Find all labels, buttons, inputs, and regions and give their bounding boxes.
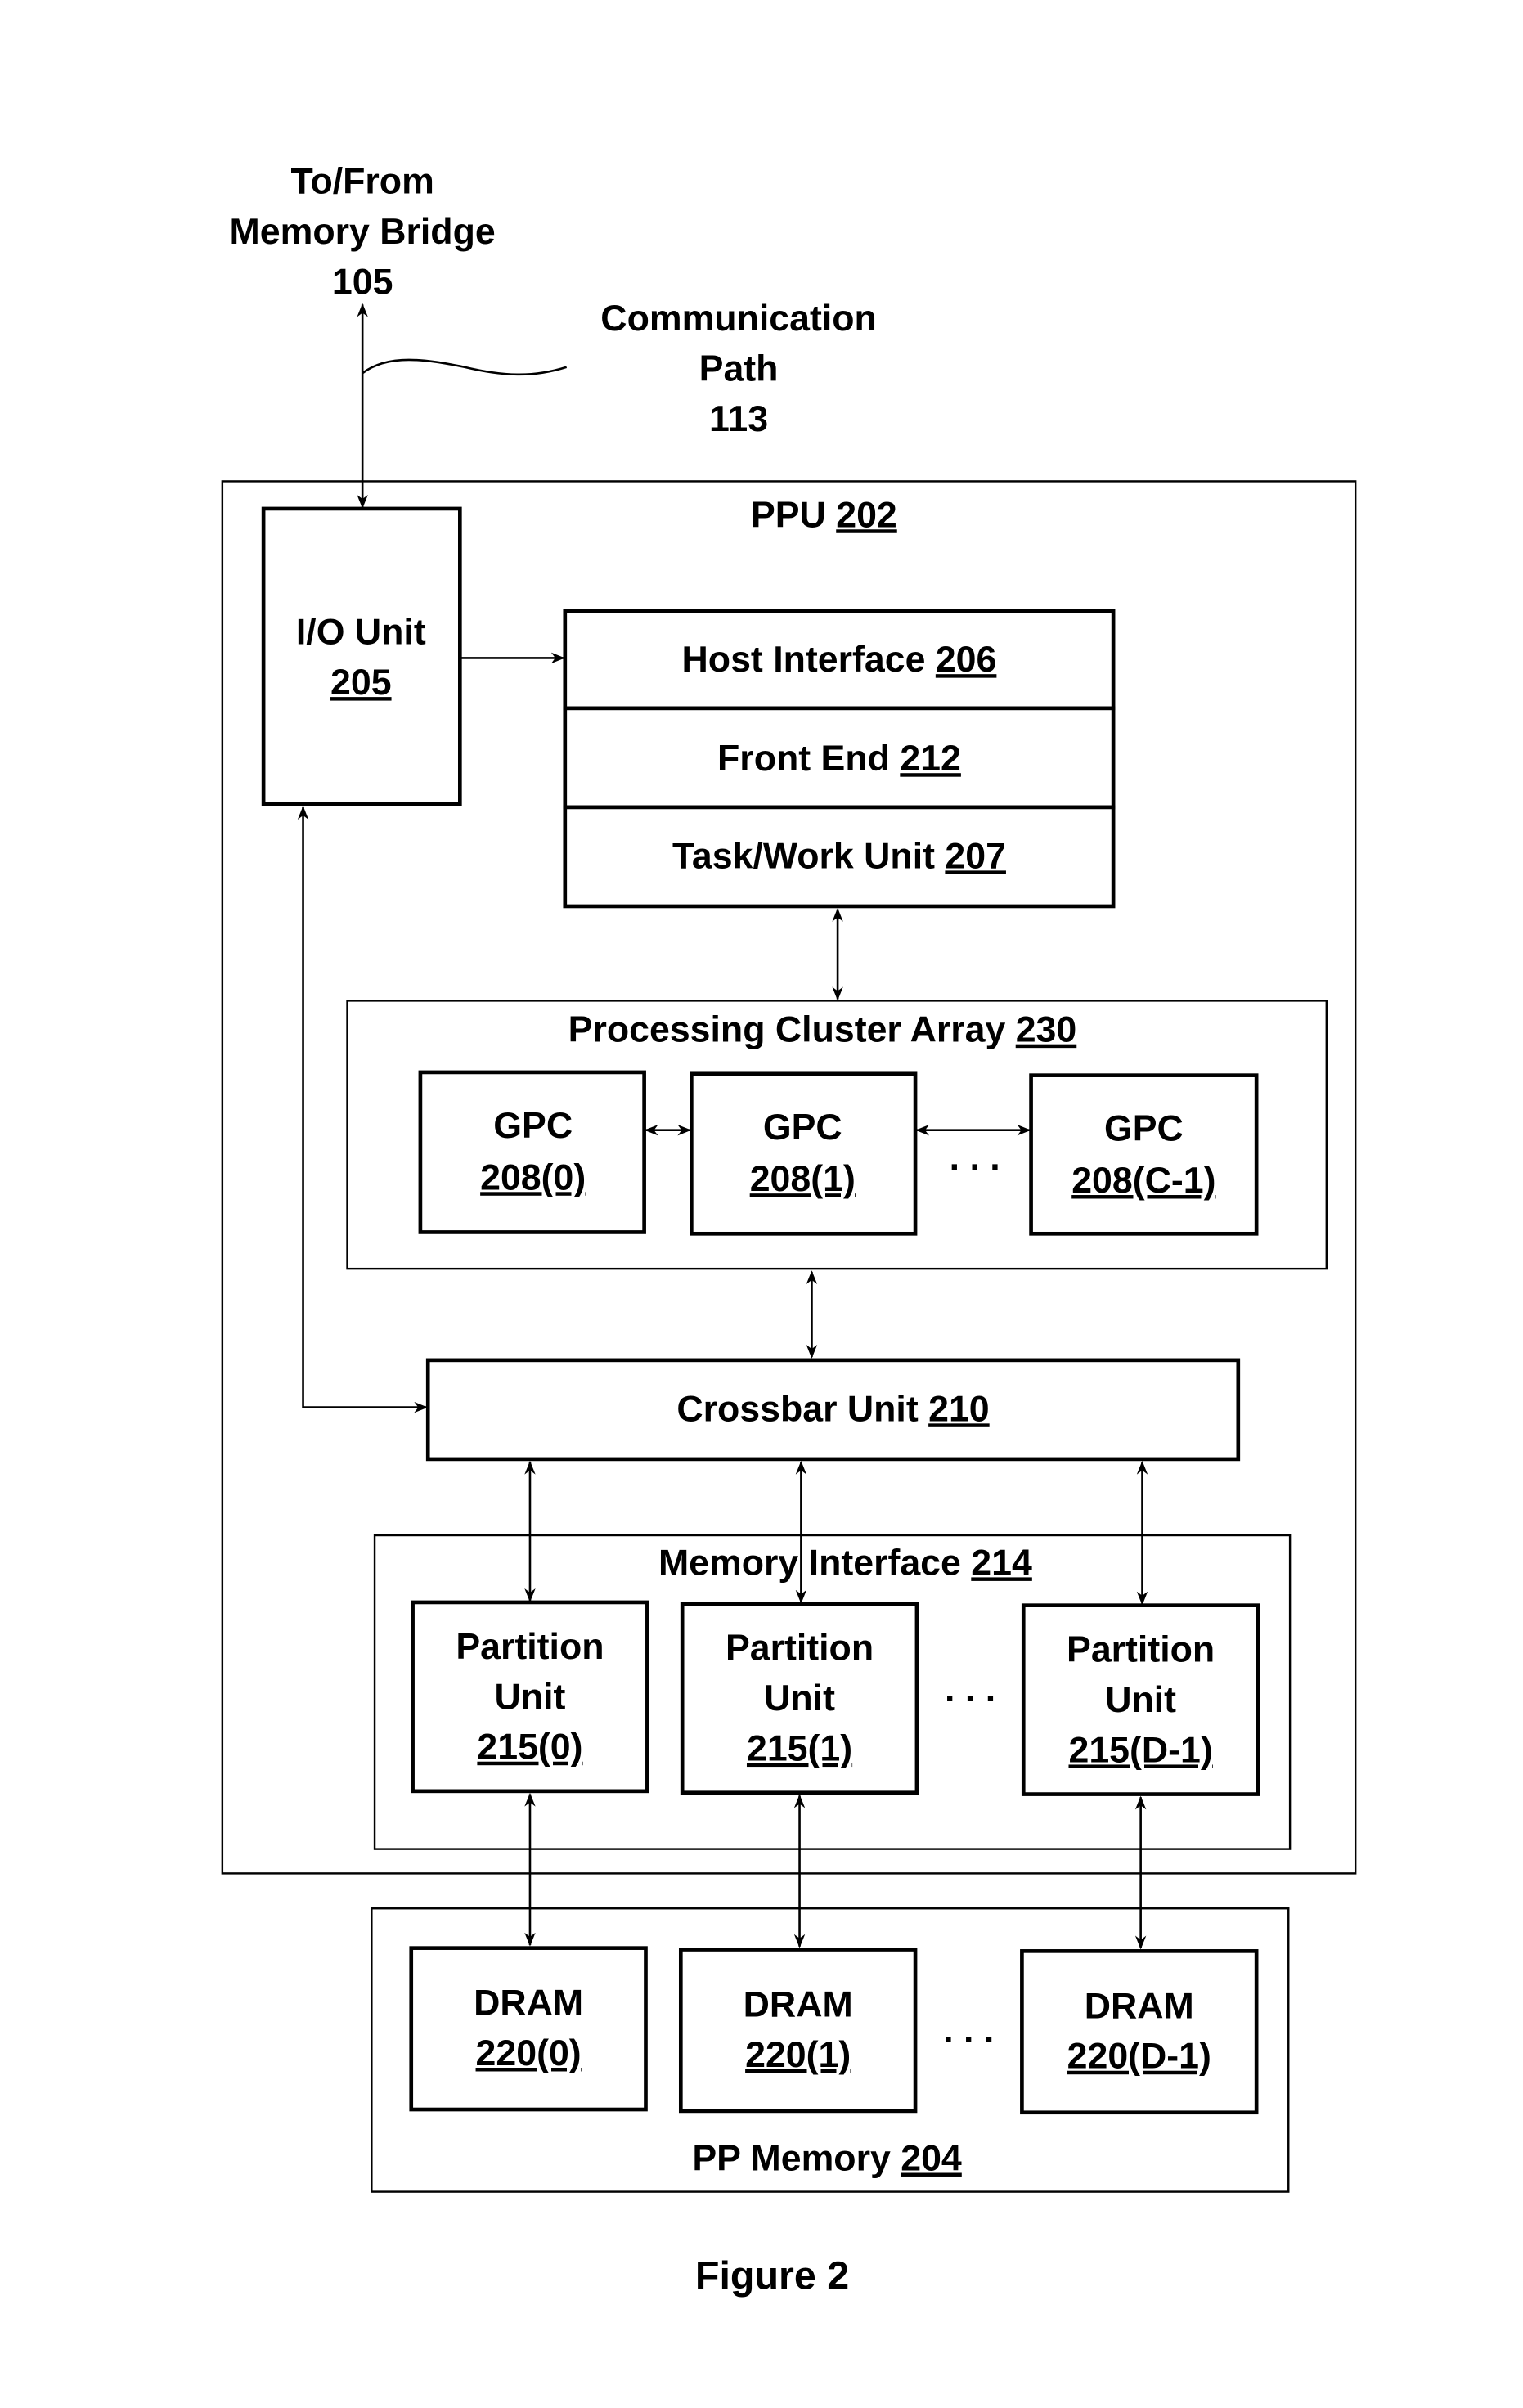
crossbar-ref: 210 (928, 1389, 990, 1429)
dram-0-box (409, 1946, 648, 2112)
gpc-ellipsis: . . . (950, 1138, 1000, 1178)
pp-memory-name: PP Memory (692, 2139, 901, 2179)
gpc-0-name: GPC (493, 1106, 573, 1146)
partition-unit-last-ref: 215(D-1) (1069, 1730, 1213, 1770)
dram-last-ref: 220(D-1) (1067, 2037, 1211, 2077)
dram-1-name: DRAM (744, 1984, 853, 2024)
ppu-block-diagram: To/From Memory Bridge 105 Communication … (221, 161, 1357, 2298)
crossbar-label: Crossbar Unit 210 (676, 1389, 989, 1429)
dram-0: DRAM 220(0) (409, 1946, 648, 2112)
memory-bridge-line1: To/From (290, 161, 434, 201)
partition-unit-1-line2: Unit (764, 1678, 835, 1718)
comm-path-leader-line (362, 358, 568, 376)
memory-bridge-line2: Memory Bridge (230, 212, 496, 252)
memory-bridge-ref: 105 (332, 262, 393, 302)
dram-0-name: DRAM (474, 1983, 583, 2024)
gpc-last-box (1029, 1073, 1259, 1236)
partition-unit-0-line1: Partition (456, 1627, 604, 1667)
partition-unit-1: Partition Unit 215(1) (680, 1602, 919, 1795)
dram-last: DRAM 220(D-1) (1020, 1949, 1259, 2115)
comm-path-line2: Path (699, 349, 779, 389)
partition-ellipsis: . . . (945, 1669, 995, 1709)
dram-0-ref: 220(0) (476, 2033, 582, 2073)
pp-memory-label: PP Memory 204 (692, 2139, 962, 2179)
gpc-0-ref: 208(0) (480, 1157, 586, 1197)
partition-unit-0-line2: Unit (495, 1677, 566, 1717)
communication-path-label: Communication Path 113 (600, 299, 877, 439)
gpc-1-ref: 208(1) (750, 1159, 856, 1199)
memory-interface-ref: 214 (971, 1543, 1032, 1583)
host-interface-label: Host Interface 206 (682, 640, 997, 680)
partition-unit-last: Partition Unit 215(D-1) (1021, 1603, 1260, 1796)
front-end-stack: Host Interface 206 Front End 212 Task/Wo… (563, 609, 1116, 909)
gpc-0: GPC 208(0) (418, 1070, 646, 1234)
pca-ref: 230 (1016, 1010, 1077, 1050)
partition-unit-last-line1: Partition (1067, 1630, 1215, 1670)
front-end-label: Front End 212 (717, 739, 961, 779)
comm-path-line1: Communication (600, 299, 877, 339)
host-interface-ref: 206 (936, 640, 997, 680)
task-work-unit-ref: 207 (945, 836, 1006, 876)
ppu-label: PPU 202 (751, 495, 897, 535)
ppu-name: PPU (751, 495, 836, 535)
front-end-name: Front End (717, 739, 900, 779)
partition-unit-0-ref: 215(0) (477, 1727, 582, 1768)
pp-memory-ref: 204 (901, 2139, 962, 2179)
gpc-1: GPC 208(1) (690, 1071, 918, 1236)
task-work-unit-label: Task/Work Unit 207 (672, 836, 1006, 876)
task-work-unit-name: Task/Work Unit (672, 836, 945, 876)
gpc-last-ref: 208(C-1) (1071, 1161, 1215, 1201)
gpc-last-name: GPC (1104, 1109, 1184, 1149)
dram-last-box (1020, 1949, 1259, 2115)
dram-1-ref: 220(1) (745, 2035, 851, 2075)
memory-interface-name: Memory Interface (658, 1543, 971, 1583)
gpc-1-name: GPC (763, 1107, 842, 1148)
dram-last-name: DRAM (1085, 1986, 1194, 2026)
gpc-last: GPC 208(C-1) (1029, 1073, 1259, 1236)
dram-ellipsis: . . . (943, 2010, 994, 2051)
io-unit-ref: 205 (330, 663, 392, 703)
io-to-crossbar-arrow (297, 806, 429, 1413)
partition-unit-1-ref: 215(1) (747, 1729, 852, 1769)
pca-label: Processing Cluster Array 230 (568, 1010, 1077, 1050)
comm-path-ref: 113 (709, 399, 768, 439)
memory-bridge-label: To/From Memory Bridge 105 (230, 161, 496, 302)
gpc-1-box (690, 1071, 918, 1236)
io-unit-name: I/O Unit (296, 613, 426, 653)
partition-unit-last-line2: Unit (1105, 1680, 1176, 1720)
pca-name: Processing Cluster Array (568, 1010, 1016, 1050)
figure-caption: Figure 2 (695, 2254, 849, 2298)
crossbar-name: Crossbar Unit (676, 1389, 928, 1429)
gpc-0-box (418, 1070, 646, 1234)
host-interface-name: Host Interface (682, 640, 936, 680)
memory-interface-label: Memory Interface 214 (658, 1543, 1032, 1583)
front-end-ref: 212 (900, 739, 961, 779)
partition-unit-0: Partition Unit 215(0) (411, 1600, 649, 1794)
dram-1: DRAM 220(1) (678, 1948, 918, 2114)
partition-unit-1-line1: Partition (726, 1629, 874, 1669)
dram-1-box (678, 1948, 918, 2114)
ppu-ref: 202 (836, 495, 897, 535)
io-unit-box (261, 506, 462, 806)
